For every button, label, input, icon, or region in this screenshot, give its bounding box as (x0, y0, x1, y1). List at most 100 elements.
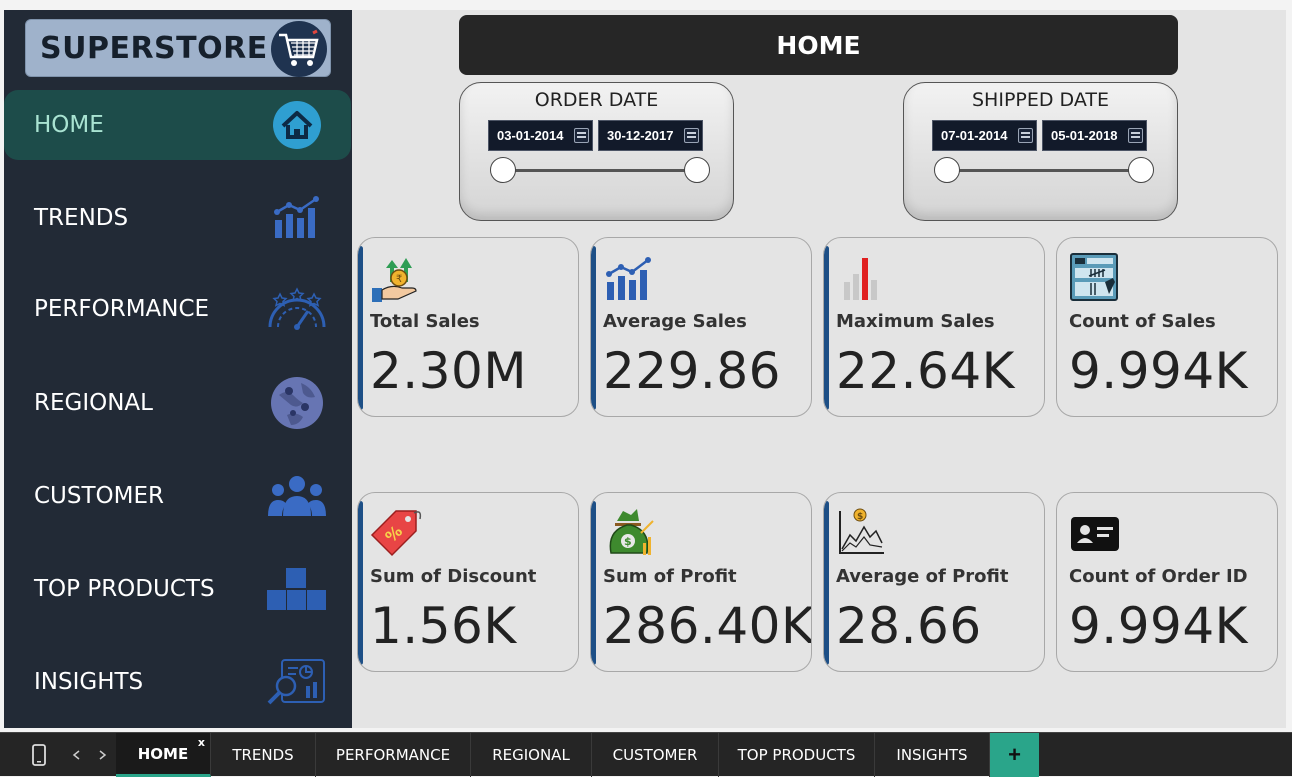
tab-performance[interactable]: PERFORMANCE (316, 733, 471, 777)
tab-home[interactable]: HOME x (116, 733, 211, 777)
order-date-start-input[interactable]: 03-01-2014 (488, 120, 593, 151)
people-group-icon (266, 465, 328, 527)
kpi-value: 286.40K (603, 597, 812, 655)
kpi-value: 9.994K (1069, 597, 1248, 655)
close-icon[interactable]: x (198, 736, 205, 749)
boxes-icon (266, 558, 328, 620)
shipped-date-end-handle[interactable] (1128, 157, 1154, 183)
shopping-cart-icon (271, 21, 327, 77)
calendar-icon[interactable] (1018, 128, 1033, 143)
tab-trends[interactable]: TRENDS (211, 733, 316, 777)
calendar-icon[interactable] (574, 128, 589, 143)
globe-pins-icon (266, 372, 328, 434)
order-date-range-track (503, 169, 698, 172)
kpi-card-sum-of-discount: % Sum of Discount 1.56K (357, 492, 579, 672)
brand-title: SUPERSTORE (40, 31, 268, 66)
nav-item-regional[interactable]: REGIONAL (4, 368, 352, 438)
shipped-date-title: SHIPPED DATE (972, 89, 1109, 111)
tab-label: CUSTOMER (612, 746, 698, 764)
report-magnifier-icon (266, 651, 328, 713)
kpi-card-average-of-profit: $ Average of Profit 28.66 (823, 492, 1045, 672)
kpi-value: 1.56K (370, 597, 517, 655)
kpi-card-count-of-sales: Count of Sales 9.994K (1056, 237, 1278, 417)
add-page-button[interactable]: + (990, 733, 1039, 777)
kpi-label: Maximum Sales (836, 311, 995, 332)
brand-banner: SUPERSTORE (25, 19, 331, 77)
kpi-card-maximum-sales: Maximum Sales 22.64K (823, 237, 1045, 417)
tab-regional[interactable]: REGIONAL (471, 733, 592, 777)
card-accent (824, 246, 829, 410)
bar-trend-icon (266, 187, 328, 249)
tab-customer[interactable]: CUSTOMER (592, 733, 719, 777)
nav-item-performance[interactable]: PERFORMANCE (4, 274, 352, 344)
order-date-slicer: ORDER DATE 03-01-2014 30-12-2017 (459, 82, 734, 221)
kpi-card-sum-of-profit: $ Sum of Profit 286.40K (590, 492, 812, 672)
kpi-label: Count of Order ID (1069, 566, 1248, 587)
card-accent (591, 246, 596, 410)
card-accent (1057, 246, 1062, 410)
tab-label: REGIONAL (492, 746, 570, 764)
nav-item-label: INSIGHTS (34, 669, 144, 695)
nav-item-label: HOME (34, 112, 104, 138)
house-icon (266, 94, 328, 156)
svg-text:$: $ (857, 512, 863, 522)
card-accent (1057, 501, 1062, 665)
profit-chart-icon: $ (839, 508, 884, 554)
scroll-left-icon[interactable] (66, 733, 86, 777)
kpi-value: 22.64K (836, 342, 1015, 400)
nav-item-label: REGIONAL (34, 390, 153, 416)
nav-item-trends[interactable]: TRENDS (4, 183, 352, 253)
page-tab-bar: HOME x TRENDS PERFORMANCE REGIONAL CUSTO… (0, 732, 1292, 777)
nav-item-label: TOP PRODUCTS (34, 576, 215, 602)
money-bag-icon: $ (609, 509, 654, 555)
shipped-date-start-input[interactable]: 07-01-2014 (932, 120, 1037, 151)
kpi-value: 28.66 (836, 597, 982, 655)
card-accent (358, 501, 363, 665)
kpi-card-total-sales: ₹ Total Sales 2.30M (357, 237, 579, 417)
order-date-end-input[interactable]: 30-12-2017 (598, 120, 703, 151)
nav-item-label: TRENDS (34, 205, 129, 231)
nav-item-insights[interactable]: INSIGHTS (4, 647, 352, 717)
shipped-date-slicer: SHIPPED DATE 07-01-2014 05-01-2018 (903, 82, 1178, 221)
svg-text:₹: ₹ (396, 274, 402, 285)
kpi-label: Sum of Discount (370, 566, 537, 587)
tab-label: INSIGHTS (896, 746, 968, 764)
shipped-date-start-handle[interactable] (934, 157, 960, 183)
card-accent (591, 501, 596, 665)
kpi-card-count-of-order-id: Count of Order ID 9.994K (1056, 492, 1278, 672)
nav-item-home[interactable]: HOME (4, 90, 352, 160)
calendar-icon[interactable] (1128, 128, 1143, 143)
shipped-date-range-track (947, 169, 1142, 172)
kpi-value: 9.994K (1069, 342, 1248, 400)
kpi-value: 229.86 (603, 342, 781, 400)
kpi-label: Total Sales (370, 311, 480, 332)
max-bar-icon (844, 258, 877, 300)
shipped-date-end-input[interactable]: 05-01-2018 (1042, 120, 1147, 151)
report-canvas: SUPERSTORE HOME TRENDS PERFORMANCE REGIO… (0, 0, 1292, 777)
kpi-label: Average Sales (603, 311, 747, 332)
page-title-banner: HOME (459, 15, 1178, 75)
calendar-icon[interactable] (684, 128, 699, 143)
kpi-label: Sum of Profit (603, 566, 737, 587)
svg-text:$: $ (624, 535, 632, 548)
tab-label: TRENDS (232, 746, 294, 764)
tab-insights[interactable]: INSIGHTS (875, 733, 990, 777)
order-date-end-handle[interactable] (684, 157, 710, 183)
order-date-start-value: 03-01-2014 (497, 128, 564, 143)
nav-item-label: CUSTOMER (34, 483, 165, 509)
shipped-date-end-value: 05-01-2018 (1051, 128, 1118, 143)
sidebar: SUPERSTORE HOME TRENDS PERFORMANCE REGIO… (4, 10, 352, 728)
order-date-title: ORDER DATE (534, 89, 659, 111)
scroll-right-icon[interactable] (93, 733, 113, 777)
order-date-end-value: 30-12-2017 (607, 128, 674, 143)
kpi-value: 2.30M (370, 342, 527, 400)
shipped-date-start-value: 07-01-2014 (941, 128, 1008, 143)
order-date-start-handle[interactable] (490, 157, 516, 183)
nav-item-top-products[interactable]: TOP PRODUCTS (4, 554, 352, 624)
tab-top-products[interactable]: TOP PRODUCTS (719, 733, 875, 777)
mobile-layout-icon[interactable] (24, 733, 54, 777)
nav-item-customer[interactable]: CUSTOMER (4, 461, 352, 531)
tab-label: HOME (137, 744, 189, 763)
id-card-icon (1071, 517, 1119, 551)
tally-ledger-icon (1070, 253, 1118, 301)
